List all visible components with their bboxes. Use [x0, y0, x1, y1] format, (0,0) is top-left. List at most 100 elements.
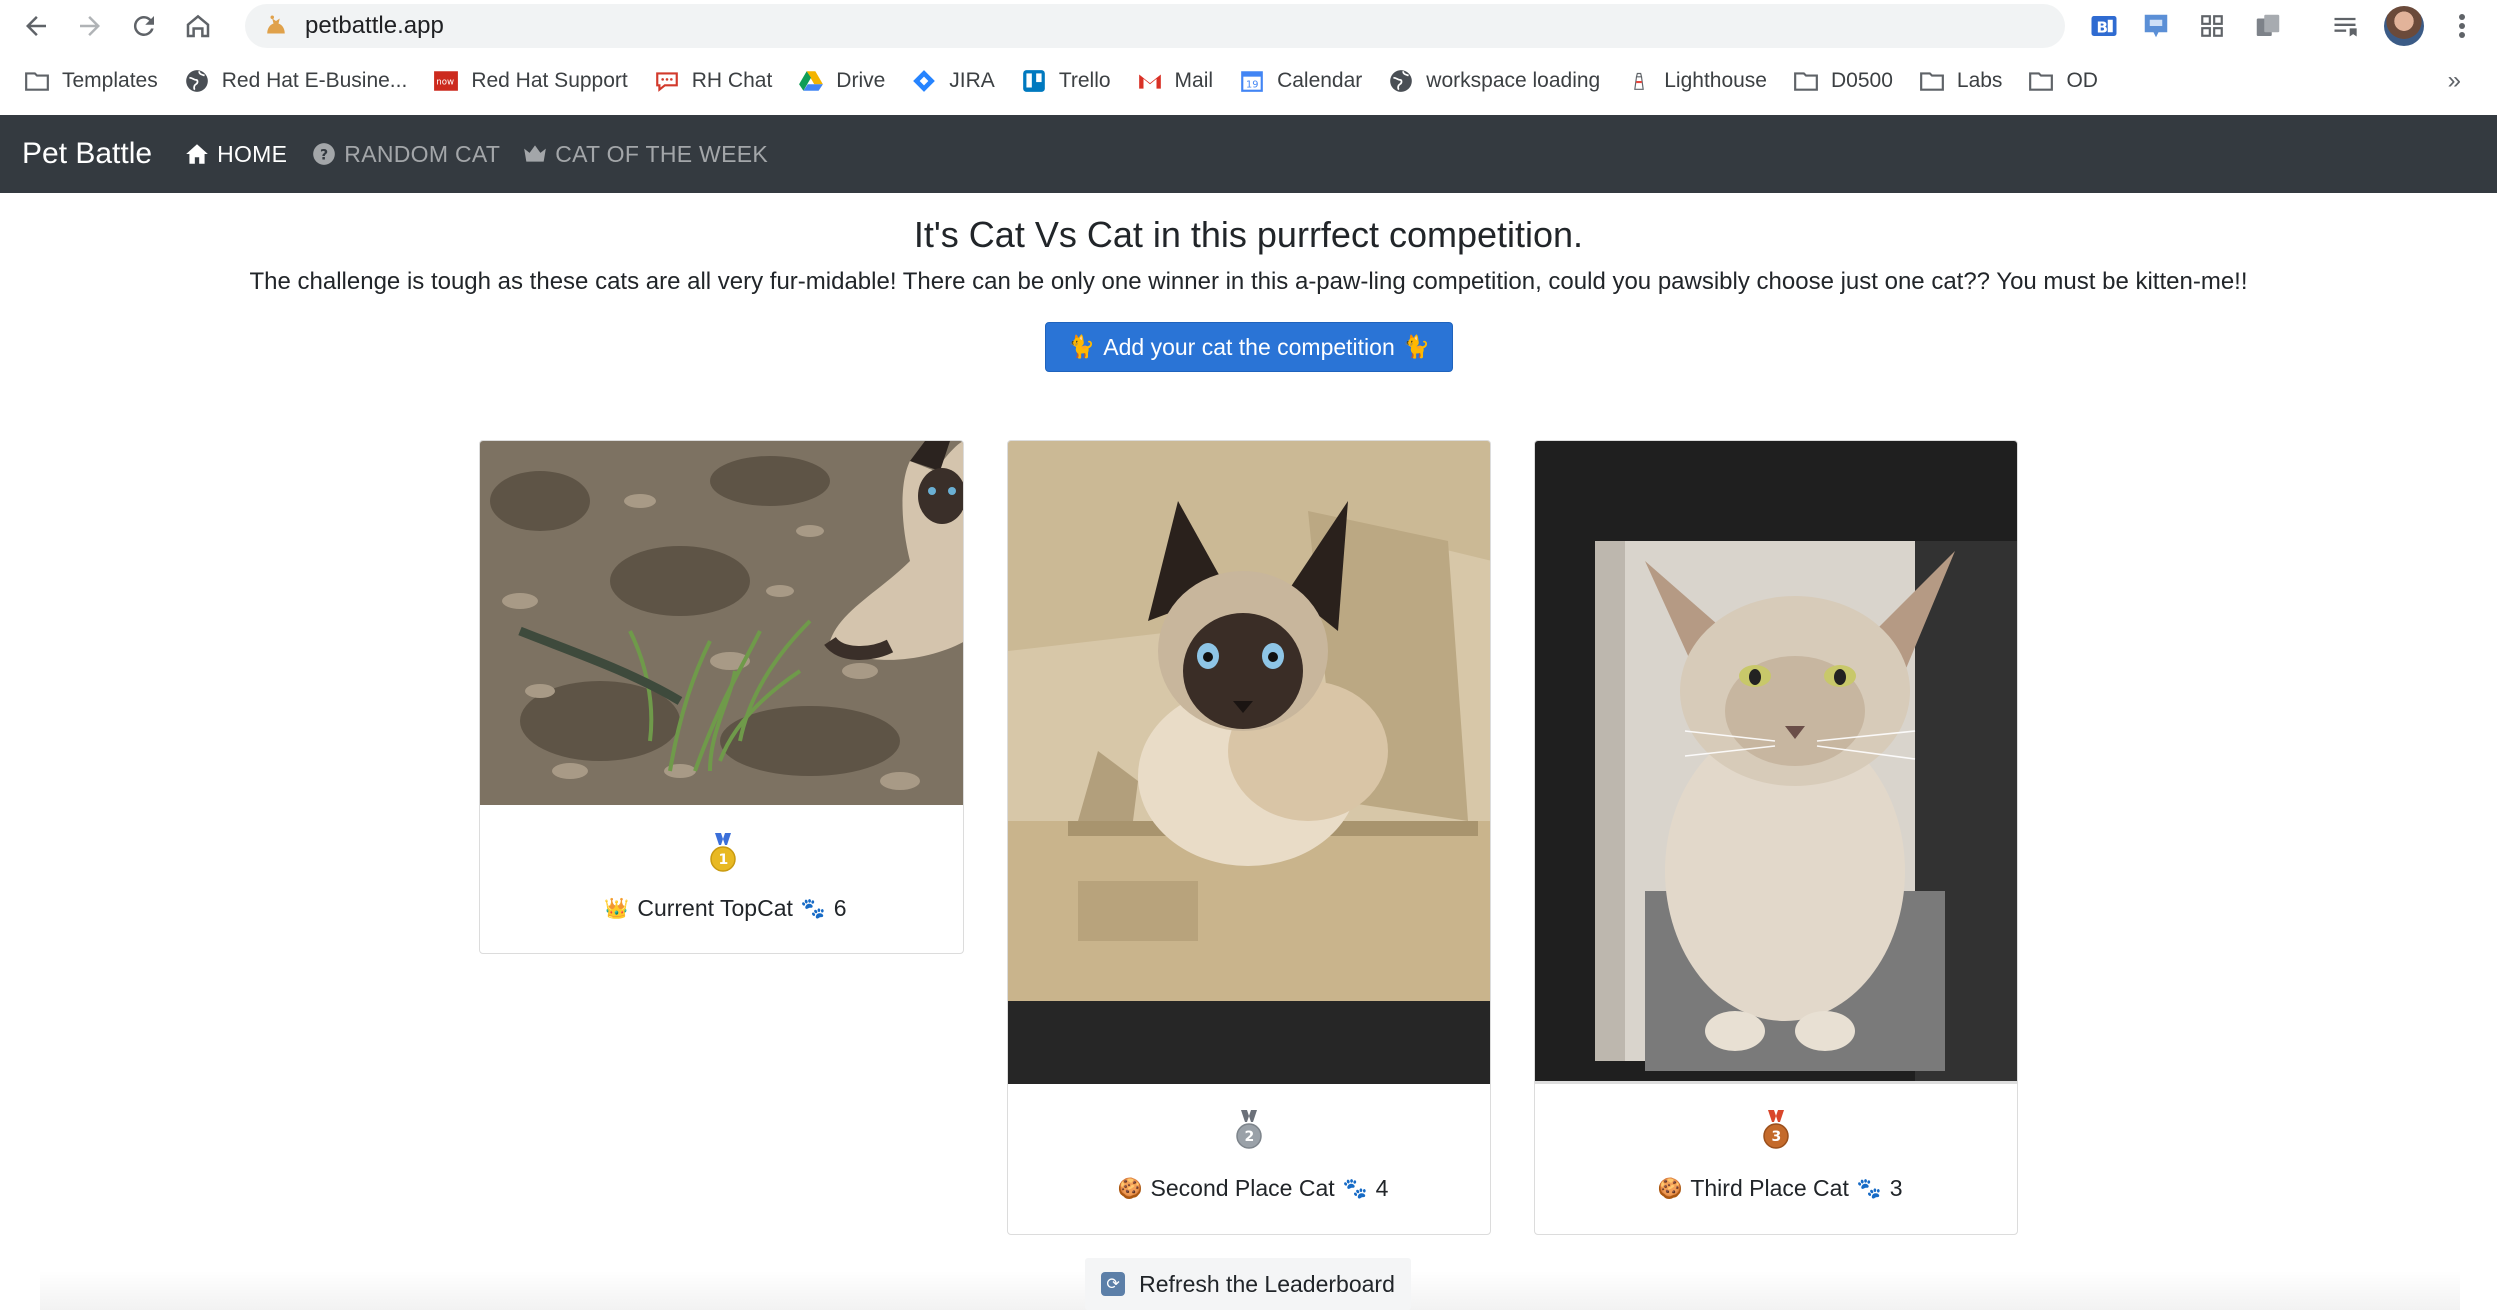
bookmark-jira[interactable]: JIRA — [901, 61, 1005, 101]
nav-cat-of-the-week-label: CAT OF THE WEEK — [555, 140, 768, 167]
cookie-icon: 🍪 — [1117, 1178, 1143, 1200]
refresh-icon: ⟳ — [1101, 1272, 1126, 1296]
lighthouse-icon — [1626, 68, 1652, 94]
chat-icon — [654, 68, 680, 94]
page-headline: It's Cat Vs Cat in this purrfect competi… — [913, 214, 1584, 255]
nav-home-label: HOME — [217, 140, 288, 167]
cat-rank-label: Third Place Cat — [1690, 1175, 1849, 1201]
cat-card-caption: 🍪 Third Place Cat 🐾 3 — [1535, 1175, 2017, 1202]
redhat-now-icon: now — [433, 68, 459, 94]
svg-text:2: 2 — [1245, 1129, 1255, 1145]
reload-button[interactable] — [124, 6, 164, 46]
cat-rank-label: Current TopCat — [637, 895, 793, 921]
cat-card-third[interactable]: 3 🍪 Third Place Cat 🐾 3 — [1534, 440, 2018, 1235]
nav-home[interactable]: HOME — [184, 141, 287, 168]
bookmark-labs[interactable]: Labs — [1909, 61, 2013, 101]
bookmark-label: workspace loading — [1426, 69, 1601, 92]
gold-medal-icon: 1 — [710, 833, 736, 872]
folder-icon — [24, 68, 50, 94]
trello-icon — [1021, 68, 1047, 94]
cat-icon: 🐈 — [1067, 334, 1096, 359]
svg-text:1: 1 — [719, 852, 729, 868]
add-cat-button[interactable]: 🐈 Add your cat the competition 🐈 — [1045, 322, 1453, 372]
bookmark-label: OD — [2066, 69, 2098, 92]
bookmark-label: Calendar — [1277, 69, 1363, 92]
petbattle-favicon — [259, 9, 293, 43]
paw-icon: 🐾 — [800, 898, 826, 920]
calendar-icon: 19 — [1239, 68, 1265, 94]
bookmark-label: RH Chat — [691, 69, 773, 92]
extension-tag-icon[interactable] — [2138, 8, 2174, 44]
nav-cat-of-the-week[interactable]: CAT OF THE WEEK — [522, 141, 768, 168]
bookmark-trello[interactable]: Trello — [1011, 61, 1121, 101]
bookmark-red-hat-support[interactable]: now Red Hat Support — [423, 61, 637, 101]
bookmark-label: Mail — [1174, 69, 1214, 92]
brand-logo[interactable]: Pet Battle — [22, 137, 152, 171]
browser-toolbar: petbattle.app B — [0, 0, 2497, 52]
browser-menu-icon[interactable] — [2450, 8, 2474, 44]
question-circle-icon: ? — [313, 143, 336, 165]
page-lead-text: The challenge is tough as these cats are… — [249, 268, 2248, 295]
cookie-icon: 🍪 — [1657, 1178, 1683, 1200]
vote-count: 3 — [1889, 1175, 1903, 1201]
folder-icon — [2028, 68, 2054, 94]
cat-photo-second[interactable] — [1008, 441, 1491, 1084]
profile-avatar[interactable] — [2384, 6, 2424, 46]
home-button[interactable] — [178, 6, 218, 46]
reload-icon — [133, 15, 154, 36]
extension-puzzle-icon[interactable] — [2250, 8, 2286, 44]
refresh-leaderboard-button[interactable]: ⟳ Refresh the Leaderboard — [1085, 1258, 1411, 1310]
drive-icon — [798, 68, 824, 94]
bookmark-lighthouse[interactable]: Lighthouse — [1616, 61, 1777, 101]
gmail-icon — [1137, 68, 1163, 94]
silver-medal-icon: 2 — [1236, 1110, 1262, 1149]
bookmark-label: Drive — [836, 69, 886, 92]
extension-b-icon[interactable]: B — [2086, 8, 2122, 44]
extension-grid-icon[interactable] — [2194, 8, 2230, 44]
cat-photo-third[interactable] — [1535, 441, 2018, 1084]
arrow-right-icon — [80, 16, 100, 36]
bookmark-workspace-loading[interactable]: workspace loading — [1378, 61, 1610, 101]
bookmark-d0500[interactable]: D0500 — [1783, 61, 1903, 101]
svg-text:3: 3 — [1772, 1129, 1782, 1145]
cat-photo-first[interactable] — [480, 441, 964, 805]
svg-text:B: B — [2097, 18, 2108, 36]
refresh-leaderboard-label: Refresh the Leaderboard — [1139, 1270, 1395, 1297]
bookmark-red-hat-ebusiness[interactable]: Red Hat E-Busine... — [174, 61, 418, 101]
home-outline-icon — [186, 14, 210, 38]
bookmarks-overflow-button[interactable]: » — [2448, 58, 2461, 104]
bookmark-drive[interactable]: Drive — [788, 61, 895, 101]
bookmark-templates[interactable]: Templates — [14, 61, 168, 101]
home-icon — [186, 144, 208, 164]
bookmark-od[interactable]: OD — [2018, 61, 2108, 101]
back-button[interactable] — [16, 6, 56, 46]
bookmark-calendar[interactable]: 19 Calendar — [1229, 61, 1372, 101]
svg-text:now: now — [437, 77, 455, 87]
bookmark-rh-chat[interactable]: RH Chat — [644, 61, 783, 101]
reading-list-icon[interactable] — [2327, 8, 2363, 44]
address-bar[interactable]: petbattle.app — [245, 4, 2065, 48]
add-cat-button-label: Add your cat the competition — [1103, 333, 1395, 360]
paw-icon: 🐾 — [1856, 1178, 1882, 1200]
cat-card-second[interactable]: 2 🍪 Second Place Cat 🐾 4 — [1007, 440, 1491, 1235]
jira-icon — [911, 68, 937, 94]
cat-rank-label: Second Place Cat — [1150, 1175, 1335, 1201]
svg-text:?: ? — [320, 147, 329, 163]
bookmarks-bar: Templates Red Hat E-Busine... now Red Ha… — [0, 58, 2497, 104]
bookmark-label: Red Hat E-Busine... — [221, 69, 408, 92]
bronze-medal-icon: 3 — [1763, 1110, 1789, 1149]
bookmark-label: JIRA — [949, 69, 995, 92]
cat-card-first[interactable]: 1 👑 Current TopCat 🐾 6 — [479, 440, 964, 954]
svg-text:19: 19 — [1246, 80, 1258, 91]
globe-icon — [184, 68, 210, 94]
arrow-left-icon — [26, 16, 46, 36]
bookmark-mail[interactable]: Mail — [1127, 61, 1224, 101]
app-navbar: Pet Battle HOME ? RANDOM CAT CAT OF THE … — [0, 115, 2497, 193]
folder-icon — [1919, 68, 1945, 94]
crown-emoji-icon: 👑 — [604, 898, 630, 920]
vote-count: 6 — [833, 895, 847, 921]
bookmark-label: Templates — [62, 69, 158, 92]
bookmark-label: Red Hat Support — [471, 69, 628, 92]
forward-button[interactable] — [70, 6, 110, 46]
nav-random-cat[interactable]: ? RANDOM CAT — [311, 141, 500, 168]
